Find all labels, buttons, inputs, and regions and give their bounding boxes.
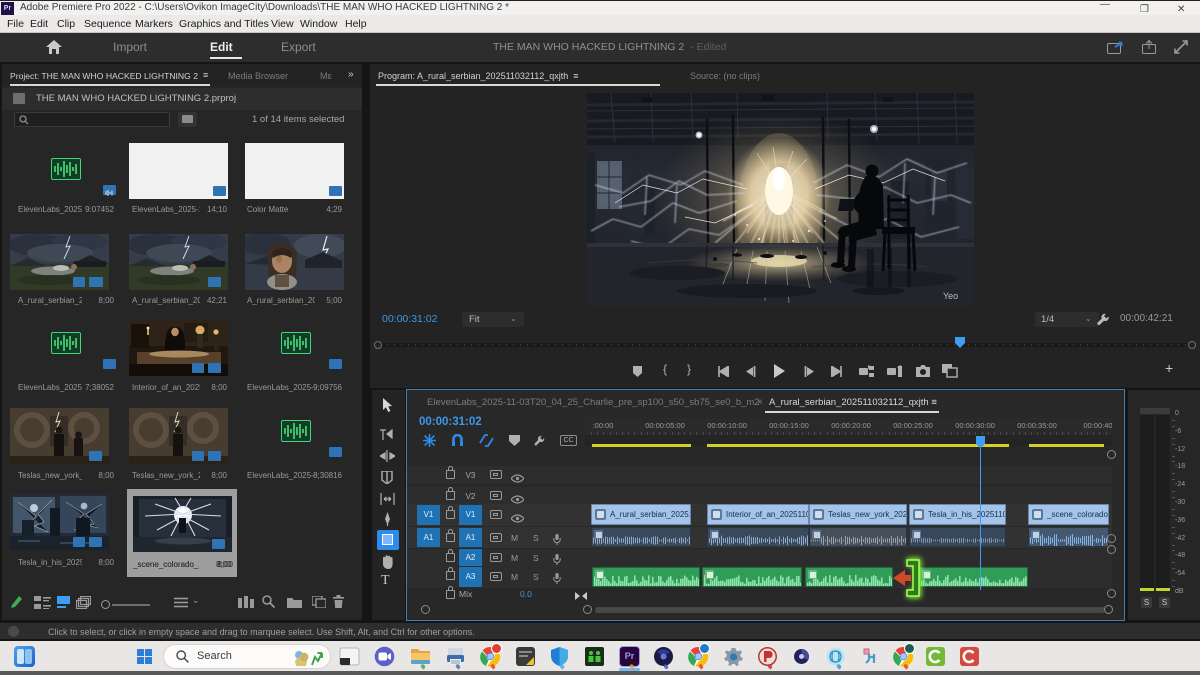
svg-text:Yeo: Yeo xyxy=(943,291,958,301)
